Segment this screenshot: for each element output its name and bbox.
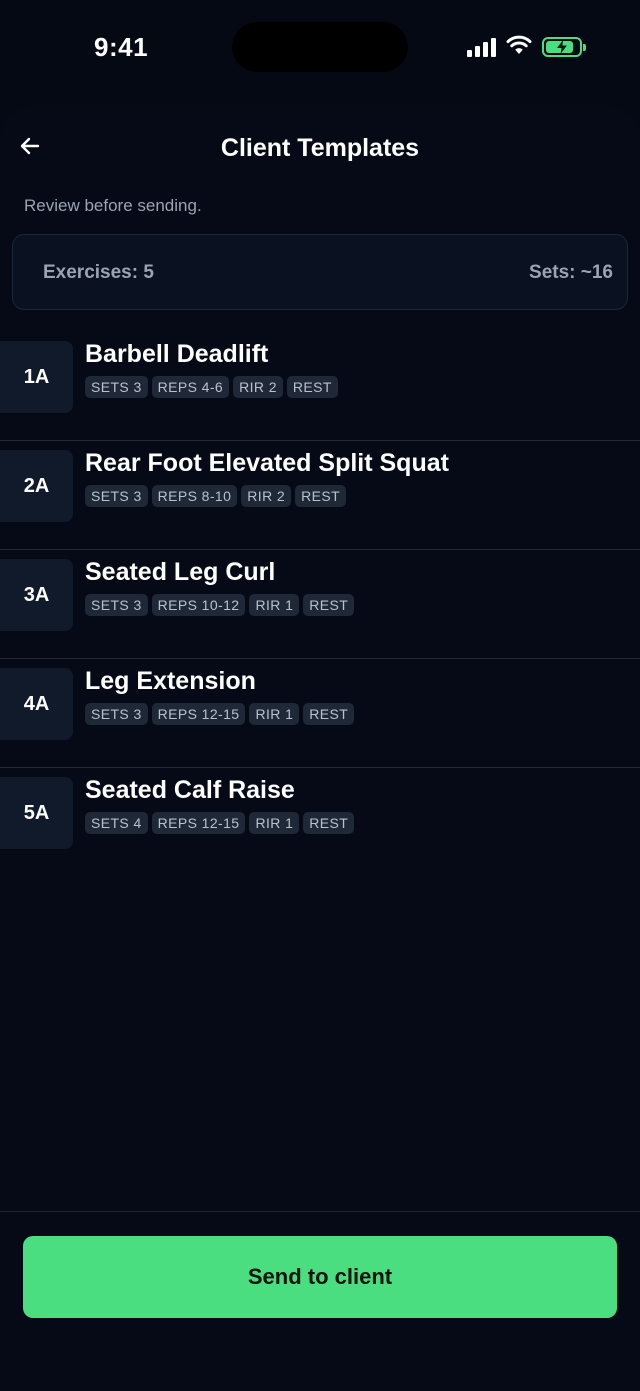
page-title: Client Templates (220, 134, 420, 162)
rest-chip: REST (303, 594, 355, 616)
exercise-chips: SETS 3 REPS 10-12 RIR 1 REST (85, 594, 355, 616)
sets-count: Sets: ~16 (529, 262, 613, 283)
rir-chip: RIR 2 (233, 376, 283, 398)
rir-chip: RIR 1 (249, 594, 300, 616)
footer-divider (0, 1211, 640, 1212)
summary-card: Exercises: 5 Sets: ~16 (12, 234, 628, 310)
sets-chip: SETS 4 (85, 812, 148, 834)
exercise-chips: SETS 3 REPS 4-6 RIR 2 REST (85, 376, 338, 398)
cellular-signal-icon (467, 37, 496, 57)
exercise-row[interactable]: 5A Seated Calf Raise SETS 4 REPS 12-15 R… (0, 768, 640, 876)
status-time: 9:41 (94, 32, 149, 62)
reps-chip: REPS 8-10 (151, 485, 238, 507)
exercise-name: Seated Leg Curl (85, 558, 276, 586)
exercise-name: Rear Foot Elevated Split Squat (85, 449, 449, 477)
reps-chip: REPS 12-15 (151, 812, 246, 834)
exercise-name: Leg Extension (85, 667, 256, 695)
reps-chip: REPS 4-6 (151, 376, 230, 398)
rest-chip: REST (286, 376, 338, 398)
header: Client Templates (0, 104, 640, 194)
sets-chip: SETS 3 (85, 485, 148, 507)
wifi-icon (506, 35, 532, 60)
exercise-order-badge: 4A (0, 668, 73, 740)
status-bar: 9:41 (0, 0, 640, 96)
exercise-order-badge: 2A (0, 450, 73, 522)
exercise-order-badge: 1A (0, 341, 73, 413)
exercise-chips: SETS 3 REPS 12-15 RIR 1 REST (85, 703, 355, 725)
send-to-client-button[interactable]: Send to client (23, 1236, 617, 1318)
rir-chip: RIR 1 (249, 812, 300, 834)
rir-chip: RIR 1 (249, 703, 300, 725)
reps-chip: REPS 10-12 (151, 594, 246, 616)
rest-chip: REST (295, 485, 347, 507)
subtitle: Review before sending. (24, 196, 202, 215)
rir-chip: RIR 2 (241, 485, 292, 507)
exercises-count: Exercises: 5 (43, 262, 154, 283)
exercise-chips: SETS 4 REPS 12-15 RIR 1 REST (85, 812, 355, 834)
rest-chip: REST (303, 703, 355, 725)
exercise-name: Barbell Deadlift (85, 340, 269, 368)
exercise-chips: SETS 3 REPS 8-10 RIR 2 REST (85, 485, 347, 507)
status-icons (467, 34, 586, 60)
templates-sheet: Client Templates Review before sending. … (0, 104, 640, 1391)
sets-chip: SETS 3 (85, 703, 148, 725)
exercise-row[interactable]: 3A Seated Leg Curl SETS 3 REPS 10-12 RIR… (0, 550, 640, 659)
exercise-row[interactable]: 4A Leg Extension SETS 3 REPS 12-15 RIR 1… (0, 659, 640, 768)
exercise-order-badge: 5A (0, 777, 73, 849)
exercise-list: 1A Barbell Deadlift SETS 3 REPS 4-6 RIR … (0, 332, 640, 876)
exercise-row[interactable]: 2A Rear Foot Elevated Split Squat SETS 3… (0, 441, 640, 550)
sets-chip: SETS 3 (85, 376, 148, 398)
exercise-row[interactable]: 1A Barbell Deadlift SETS 3 REPS 4-6 RIR … (0, 332, 640, 441)
dynamic-island (232, 22, 408, 72)
battery-charging-icon (542, 37, 586, 57)
exercise-name: Seated Calf Raise (85, 776, 295, 804)
rest-chip: REST (303, 812, 355, 834)
exercise-order-badge: 3A (0, 559, 73, 631)
reps-chip: REPS 12-15 (151, 703, 246, 725)
sets-chip: SETS 3 (85, 594, 148, 616)
